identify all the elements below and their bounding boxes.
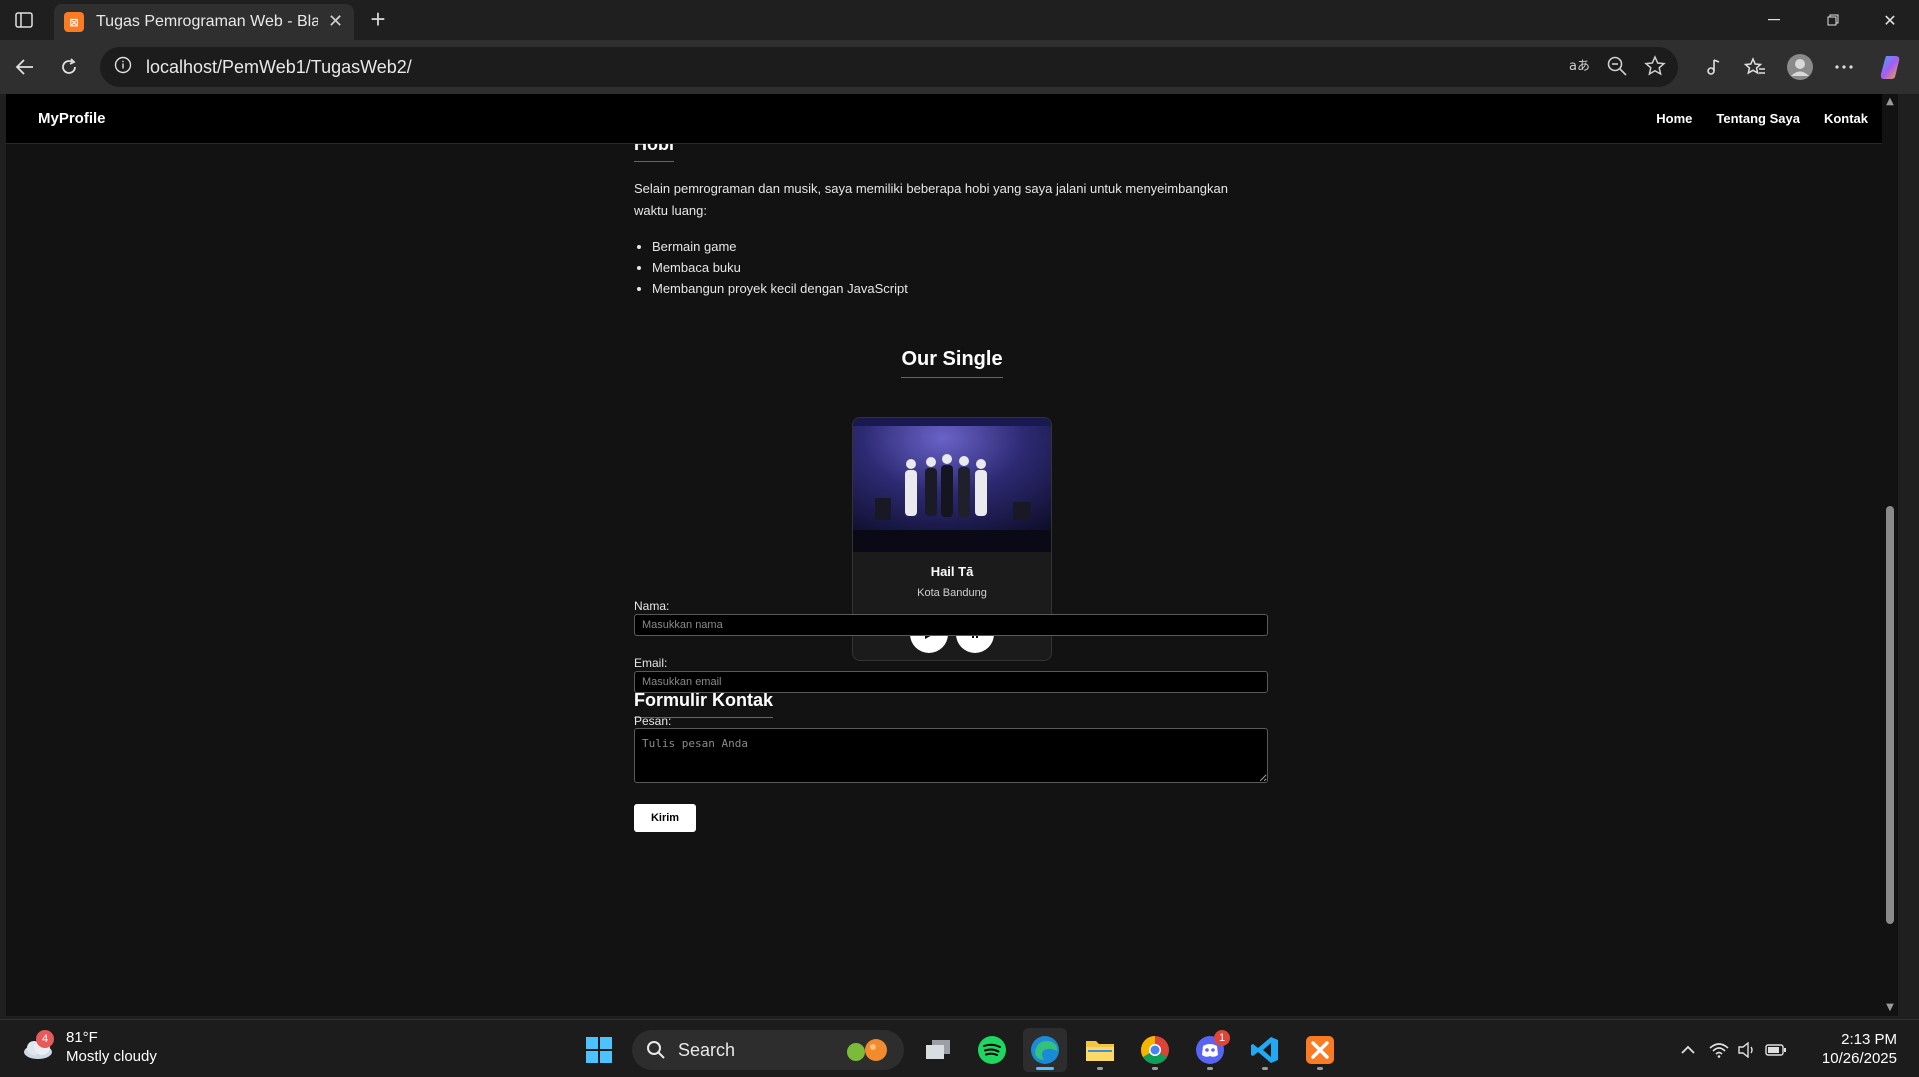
nav-link-tentang-saya[interactable]: Tentang Saya — [1716, 111, 1800, 126]
file-explorer-app[interactable] — [1078, 1028, 1122, 1072]
page-viewport: Hobi Selain pemrograman dan musik, saya … — [6, 94, 1898, 1016]
media-control-icon[interactable] — [1697, 52, 1727, 82]
clock-date: 10/26/2025 — [1821, 1050, 1897, 1067]
edge-icon — [1031, 1036, 1059, 1064]
site-brand[interactable]: MyProfile — [38, 110, 106, 127]
clock-time: 2:13 PM — [1841, 1031, 1897, 1048]
list-item: Bermain game — [652, 236, 908, 257]
read-aloud-icon[interactable]: aあ — [1568, 55, 1590, 81]
message-field[interactable] — [634, 728, 1268, 783]
artist-location: Kota Bandung — [917, 587, 987, 599]
app-indicator — [1262, 1067, 1268, 1070]
scroll-down-arrow-icon[interactable]: ▼ — [1884, 1002, 1896, 1014]
hobi-list: Bermain game Membaca buku Membangun proy… — [652, 236, 908, 299]
tab-close-icon[interactable]: ✕ — [328, 13, 343, 31]
svg-text:aあ: aあ — [1569, 59, 1590, 74]
site-info-icon[interactable] — [114, 56, 132, 78]
single-section-title: Our Single — [901, 348, 1003, 378]
reload-icon[interactable] — [54, 52, 84, 82]
weather-alert-badge: 4 — [36, 1030, 54, 1048]
wifi-icon — [1709, 1043, 1729, 1058]
chevron-up-icon — [1681, 1045, 1695, 1054]
message-label: Pesan: — [634, 714, 672, 728]
taskbar-search[interactable]: Search — [632, 1030, 904, 1070]
weather-temp: 81°F — [66, 1029, 98, 1046]
edge-app[interactable] — [1023, 1028, 1067, 1072]
favorites-icon[interactable] — [1740, 52, 1770, 82]
active-app-indicator — [1036, 1067, 1054, 1070]
back-arrow-icon[interactable] — [10, 52, 40, 82]
system-tray-quick-settings[interactable] — [1705, 1028, 1791, 1072]
xampp-icon — [1306, 1036, 1334, 1064]
weather-desc: Mostly cloudy — [66, 1048, 157, 1065]
name-field[interactable] — [634, 614, 1268, 636]
scroll-thumb[interactable] — [1886, 506, 1894, 924]
band-photo — [853, 418, 1051, 552]
windows-logo-icon — [586, 1037, 612, 1063]
discord-notification-badge: 1 — [1214, 1030, 1230, 1046]
minimize-icon[interactable] — [1752, 6, 1796, 34]
submit-button[interactable]: Kirim — [634, 804, 696, 832]
volume-icon — [1738, 1042, 1753, 1058]
weather-widget[interactable]: 4 81°F Mostly cloudy — [20, 1028, 157, 1066]
spotify-icon — [978, 1036, 1006, 1064]
app-indicator — [1152, 1067, 1158, 1070]
more-options-icon[interactable] — [1829, 52, 1859, 82]
page-scrollbar[interactable]: ▲ ▼ — [1882, 94, 1898, 1016]
browser-tab-bar: ⊠ Tugas Pemrograman Web - Black ✕ + ✕ — [0, 0, 1919, 40]
nav-link-kontak[interactable]: Kontak — [1824, 111, 1868, 126]
site-nav-links: Home Tentang Saya Kontak — [1656, 111, 1868, 126]
vscode-icon — [1251, 1037, 1278, 1063]
address-bar[interactable]: localhost/PemWeb1/TugasWeb2/ aあ — [100, 47, 1678, 87]
profile-avatar-icon[interactable] — [1785, 52, 1815, 82]
browser-tab-active[interactable]: ⊠ Tugas Pemrograman Web - Black ✕ — [54, 4, 354, 40]
email-label: Email: — [634, 656, 668, 670]
single-section: Our Single — [6, 348, 1898, 378]
search-label: Search — [678, 1039, 736, 1060]
chrome-app[interactable] — [1133, 1028, 1177, 1072]
app-indicator — [1317, 1067, 1323, 1070]
chrome-icon — [1141, 1036, 1169, 1064]
favorite-star-icon[interactable] — [1644, 55, 1666, 81]
url-text: localhost/PemWeb1/TugasWeb2/ — [146, 56, 412, 77]
battery-icon — [1765, 1044, 1786, 1056]
xampp-app[interactable] — [1298, 1028, 1342, 1072]
task-view-icon — [926, 1040, 950, 1059]
song-title: Hail Tā — [930, 564, 974, 579]
app-indicator — [1097, 1067, 1103, 1070]
search-highlight-fruit-icon — [847, 1039, 887, 1061]
list-item: Membangun proyek kecil dengan JavaScript — [652, 278, 908, 299]
hobi-intro-text: Selain pemrograman dan musik, saya memil… — [634, 181, 1228, 218]
name-label: Nama: — [634, 599, 670, 613]
browser-toolbar: localhost/PemWeb1/TugasWeb2/ aあ — [0, 40, 1919, 94]
show-hidden-icons-button[interactable] — [1666, 1028, 1710, 1072]
spotify-app[interactable] — [970, 1028, 1014, 1072]
list-item: Membaca buku — [652, 257, 908, 278]
restore-icon[interactable] — [1811, 6, 1855, 34]
tab-title: Tugas Pemrograman Web - Black — [96, 13, 318, 30]
site-navbar: MyProfile Home Tentang Saya Kontak — [6, 94, 1898, 144]
scroll-up-arrow-icon[interactable]: ▲ — [1884, 96, 1896, 108]
window-close-icon[interactable]: ✕ — [1868, 6, 1912, 34]
start-button[interactable] — [577, 1028, 621, 1072]
task-view-button[interactable] — [916, 1028, 960, 1072]
copilot-icon[interactable] — [1877, 52, 1907, 82]
tab-actions-icon[interactable] — [10, 8, 38, 32]
new-tab-icon[interactable]: + — [364, 6, 392, 34]
discord-app[interactable]: 1 — [1188, 1028, 1232, 1072]
search-icon — [647, 1041, 665, 1059]
vscode-app[interactable] — [1243, 1028, 1287, 1072]
zoom-out-icon[interactable] — [1606, 55, 1628, 81]
app-indicator — [1207, 1067, 1213, 1070]
system-clock[interactable]: 2:13 PM 10/26/2025 — [1822, 1030, 1897, 1068]
nav-link-home[interactable]: Home — [1656, 111, 1692, 126]
cloud-icon: 4 — [20, 1030, 56, 1062]
windows-taskbar: 4 81°F Mostly cloudy Search 1 2:13 PM 10… — [0, 1019, 1919, 1077]
folder-icon — [1086, 1041, 1114, 1061]
xampp-favicon-icon: ⊠ — [64, 12, 84, 32]
email-field[interactable] — [634, 671, 1268, 693]
